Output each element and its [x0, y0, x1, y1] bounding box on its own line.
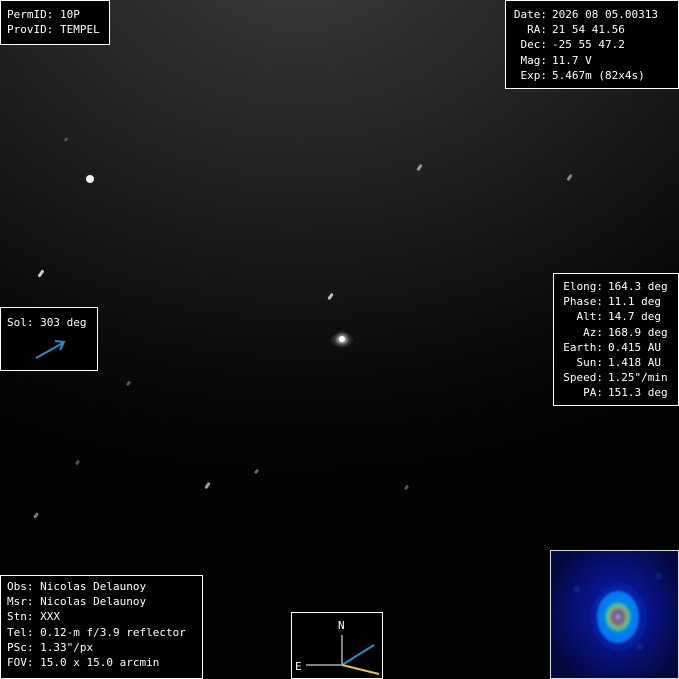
- sun-direction-arrow-icon: [35, 340, 66, 359]
- mag-label: Mag:: [520, 53, 548, 67]
- ra-row: RA: 21 54 41.56: [511, 22, 678, 37]
- sun-value: 1.418 AU: [608, 356, 661, 370]
- star-trail: [204, 481, 211, 490]
- compass-rose-icon: [306, 635, 380, 675]
- az-row: Az: 168.9 deg: [560, 325, 678, 340]
- earth-label: Earth:: [563, 340, 603, 354]
- earth-value: 0.415 AU: [608, 340, 661, 354]
- star-trail: [86, 175, 94, 183]
- star-trail: [253, 468, 260, 475]
- permid-row: PermID: 10P: [7, 7, 109, 22]
- speed-row: Speed: 1.25"/min: [560, 370, 678, 385]
- ra-label: RA:: [527, 23, 547, 37]
- pa-row: PA: 151.3 deg: [560, 385, 678, 400]
- alt-row: Alt: 14.7 deg: [560, 309, 678, 324]
- sol-row: Sol: 303 deg: [7, 315, 97, 330]
- comet-colormap-halo: [591, 583, 647, 651]
- dec-label: Dec:: [520, 38, 548, 52]
- speed-label: Speed:: [563, 371, 603, 385]
- star-trail: [125, 380, 132, 387]
- elong-label: Elong:: [563, 280, 603, 293]
- pa-label: PA:: [583, 386, 603, 400]
- alt-label: Alt:: [576, 310, 604, 324]
- object-id-panel: PermID: 10P ProvID: TEMPEL: [0, 0, 110, 45]
- exp-value: 5.467m (82x4s): [552, 68, 645, 82]
- date-row: Date: 2026 08 05.00313: [511, 7, 678, 22]
- sol-label: Sol:: [7, 316, 34, 329]
- sol-value: 303 deg: [40, 316, 87, 329]
- msr-value: Nicolas Delaunoy: [40, 595, 147, 609]
- az-value: 168.9 deg: [608, 325, 668, 339]
- sol-panel: Sol: 303 deg: [0, 307, 98, 371]
- psc-value: 1.33"/px: [40, 640, 94, 654]
- psc-row: PSc: 1.33"/px: [7, 640, 202, 655]
- comet-nucleus: [339, 336, 345, 342]
- star-trail: [416, 163, 423, 172]
- provid-label: ProvID:: [7, 23, 54, 37]
- obs-label: Obs:: [7, 580, 34, 593]
- stn-label: Stn:: [7, 610, 34, 624]
- stn-value: XXX: [40, 610, 60, 624]
- psc-label: PSc:: [7, 640, 34, 654]
- elong-row: Elong: 164.3 deg: [560, 279, 678, 294]
- observation-panel: Date: 2026 08 05.00313 RA: 21 54 41.56 Dec…: [505, 0, 679, 89]
- tel-row: Tel: 0.12-m f/3.9 reflector: [7, 625, 202, 640]
- star-trail: [74, 459, 81, 466]
- dec-value: -25 55 47.2: [552, 38, 625, 52]
- fov-label: FOV:: [7, 656, 34, 670]
- fov-value: 15.0 x 15.0 arcmin: [40, 656, 160, 670]
- false-color-inset: [550, 550, 679, 679]
- obs-value: Nicolas Delaunoy: [40, 580, 147, 593]
- sun-row: Sun: 1.418 AU: [560, 355, 678, 370]
- stn-row: Stn: XXX: [7, 609, 202, 624]
- fov-row: FOV: 15.0 x 15.0 arcmin: [7, 655, 202, 670]
- ra-value: 21 54 41.56: [552, 23, 625, 37]
- star-trail: [566, 173, 573, 182]
- mag-value: 11.7 V: [552, 53, 592, 67]
- geometry-panel: Elong: 164.3 deg Phase: 11.1 deg Alt: 14.7 …: [553, 273, 679, 406]
- speed-value: 1.25"/min: [608, 371, 668, 385]
- star-trail: [37, 269, 45, 278]
- phase-label: Phase:: [563, 295, 603, 309]
- star-trail: [327, 292, 334, 301]
- observation-frame: { "ids": [ {"label": "PermID:", "value":…: [0, 0, 679, 679]
- mag-row: Mag: 11.7 V: [511, 53, 678, 68]
- permid-value: 10P: [59, 8, 80, 21]
- star-trail: [403, 484, 410, 491]
- tel-value: 0.12-m f/3.9 reflector: [40, 625, 186, 639]
- msr-label: Msr:: [7, 595, 34, 609]
- star-trail: [33, 512, 39, 519]
- compass-panel: N E: [291, 612, 383, 679]
- exp-label: Exp:: [520, 68, 548, 82]
- provid-value: TEMPEL: [59, 23, 100, 37]
- elong-value: 164.3 deg: [608, 280, 668, 293]
- az-label: Az:: [583, 325, 603, 339]
- msr-row: Msr: Nicolas Delaunoy: [7, 594, 202, 609]
- tel-label: Tel:: [7, 625, 34, 639]
- date-value: 2026 08 05.00313: [552, 8, 658, 21]
- phase-row: Phase: 11.1 deg: [560, 294, 678, 309]
- obs-row: Obs: Nicolas Delaunoy: [7, 579, 202, 594]
- provid-row: ProvID: TEMPEL: [7, 22, 109, 37]
- dec-row: Dec: -25 55 47.2: [511, 37, 678, 52]
- station-panel: Obs: Nicolas Delaunoy Msr: Nicolas Delau…: [0, 575, 203, 679]
- alt-value: 14.7 deg: [608, 310, 661, 324]
- star-trail: [63, 137, 69, 142]
- sun-label: Sun:: [576, 356, 604, 370]
- earth-row: Earth: 0.415 AU: [560, 340, 678, 355]
- phase-value: 11.1 deg: [608, 295, 661, 309]
- date-label: Date:: [513, 8, 547, 21]
- permid-label: PermID:: [7, 8, 54, 21]
- pa-value: 151.3 deg: [608, 386, 668, 400]
- exp-row: Exp: 5.467m (82x4s): [511, 68, 678, 83]
